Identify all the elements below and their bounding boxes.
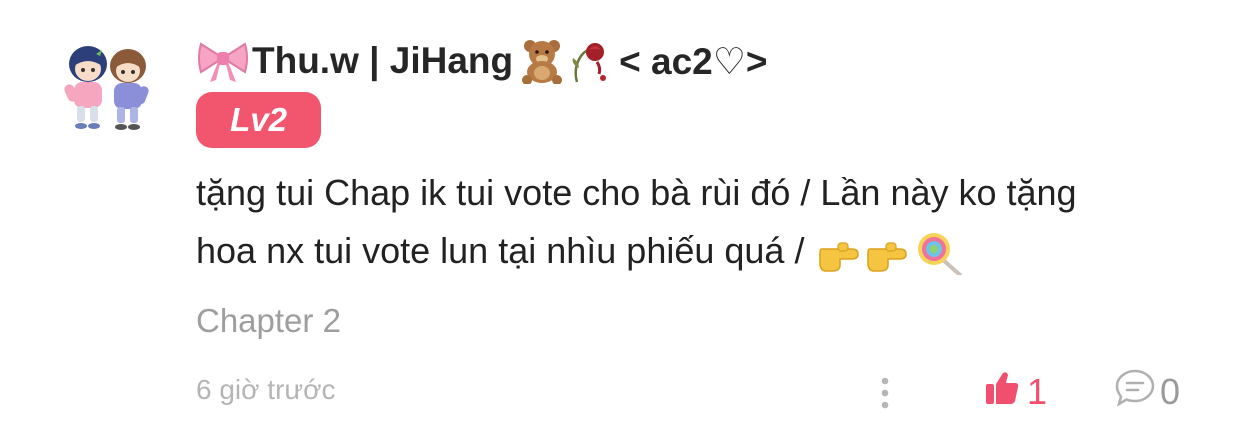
timestamp: 6 giờ trước (196, 374, 336, 405)
author-name-row[interactable]: Thu.w | JiHang < ac2♡> (196, 36, 768, 86)
ribbon-icon (196, 38, 250, 84)
more-options-button[interactable] (870, 372, 900, 414)
reply-button[interactable]: 0 (1114, 366, 1180, 418)
more-vertical-icon (881, 377, 889, 409)
pointing-right-icon (867, 242, 908, 273)
like-button[interactable]: 1 (985, 366, 1047, 418)
thumbs-up-icon (985, 370, 1019, 415)
author-name[interactable]: Thu.w | JiHang (250, 40, 515, 82)
author-tag: < ac2♡> (619, 40, 768, 82)
emoji-group (818, 231, 968, 278)
teddy-bear-icon (515, 38, 569, 85)
pointing-right-icon (819, 242, 860, 273)
comment-body: tặng tui Chap ik tui vote cho bà rùi đó … (196, 164, 1206, 280)
reply-count: 0 (1160, 371, 1181, 412)
like-count: 1 (1027, 371, 1048, 412)
lollipop-icon (918, 233, 963, 278)
comment-line: tặng tui Chap ik tui vote cho bà rùi đó … (196, 172, 1077, 213)
avatar[interactable] (58, 42, 158, 134)
comment-bubble-icon (1114, 368, 1156, 417)
wilted-rose-icon (569, 38, 609, 84)
level-badge: Lv2 (196, 92, 321, 148)
comment-line: hoa nx tui vote lun tại nhìu phiếu quá / (196, 230, 815, 271)
chapter-link[interactable]: Chapter 2 (196, 302, 341, 340)
comment-line-with-emoji: hoa nx tui vote lun tại nhìu phiếu quá / (196, 222, 1206, 280)
